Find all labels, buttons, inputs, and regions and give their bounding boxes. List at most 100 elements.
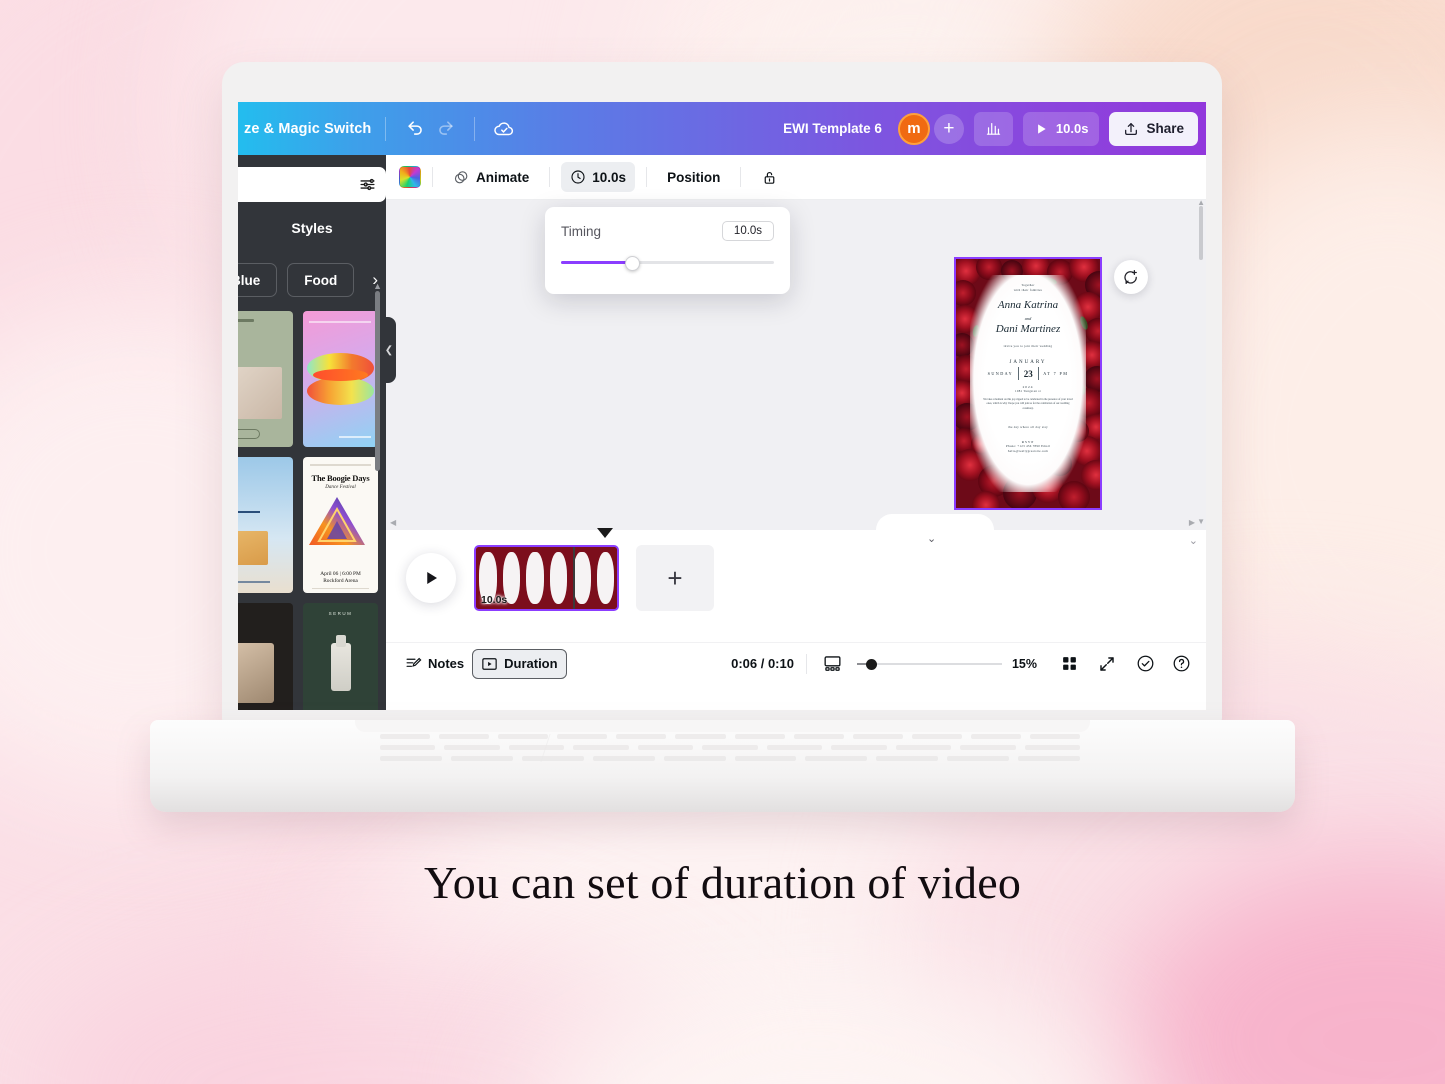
scroll-right-arrow-icon[interactable]: ▶ xyxy=(1189,518,1195,527)
top-bar-right-group: EWI Template 6 m + 10.0s Share xyxy=(783,111,1206,146)
editor-top-bar: ze & Magic Switch EWI Template 6 m + 10.… xyxy=(238,102,1206,155)
zoom-slider[interactable] xyxy=(856,658,1002,670)
animate-button[interactable]: Animate xyxy=(444,162,538,192)
analytics-button[interactable] xyxy=(973,111,1013,146)
notes-label: Notes xyxy=(428,656,465,671)
template-footer-1: April 06 | 6:00 PM xyxy=(320,571,361,577)
scroll-down-arrow-icon[interactable]: ▼ xyxy=(1197,517,1205,526)
duration-button[interactable]: 10.0s xyxy=(561,162,636,192)
divider xyxy=(385,116,387,141)
duration-toggle-label: Duration xyxy=(504,656,558,671)
grid-view-icon[interactable] xyxy=(1055,650,1083,678)
fit-screen-icon[interactable] xyxy=(819,650,847,678)
sidebar-collapse-button[interactable]: ❮ xyxy=(382,317,396,383)
card-name-1: Anna Katrina xyxy=(997,299,1059,312)
add-collaborator-button[interactable]: + xyxy=(933,113,964,144)
cloud-saved-icon[interactable] xyxy=(489,114,519,144)
share-button[interactable]: Share xyxy=(1109,111,1198,146)
avatar[interactable]: m xyxy=(897,112,930,145)
clip-duration-label: 10.0s xyxy=(481,594,508,606)
card-rsvp-email: hello@reallygreatsite.com xyxy=(1007,448,1049,453)
laptop-trackpad xyxy=(410,734,551,762)
page-title: You can set of duration of video xyxy=(423,857,1022,908)
rainbow-swatch-icon[interactable] xyxy=(399,166,421,188)
templates-sidebar: Styles Blue Food › lan xyxy=(238,155,386,710)
chevron-left-icon: ❮ xyxy=(384,344,394,356)
timing-value-input[interactable]: 10.0s xyxy=(722,221,774,241)
time-display: 0:06 / 0:10 xyxy=(731,656,794,671)
timing-popover: Timing 10.0s xyxy=(545,207,790,294)
timing-slider[interactable] xyxy=(561,256,774,271)
undo-icon[interactable] xyxy=(400,114,430,144)
share-label: Share xyxy=(1146,121,1184,136)
timeline-clip[interactable]: 10.0s xyxy=(474,545,619,611)
card-month: JANUARY xyxy=(1009,360,1047,366)
scroll-up-arrow-icon[interactable]: ▲ xyxy=(1197,200,1205,207)
invitation-card[interactable]: Together with their families Anna Katrin… xyxy=(954,257,1102,510)
play-preview-button[interactable]: 10.0s xyxy=(1022,111,1100,146)
invitation-text-block: Together with their families Anna Katrin… xyxy=(956,259,1100,508)
divider xyxy=(1037,367,1039,381)
current-page-caret-icon xyxy=(597,528,613,538)
list-item[interactable]: The Boogie Days Dance Festival April 06 … xyxy=(303,457,378,593)
card-name-2: Dani Martinez xyxy=(995,322,1061,335)
card-day-number: 23 xyxy=(1023,368,1033,379)
card-body-text: We take a moment on this joy-ripped to b… xyxy=(983,397,1073,410)
notes-button[interactable]: Notes xyxy=(397,650,472,678)
divider xyxy=(805,653,807,674)
list-item[interactable]: val xyxy=(238,457,293,593)
divider xyxy=(740,167,742,187)
divider xyxy=(474,116,476,141)
document-name[interactable]: EWI Template 6 xyxy=(783,121,882,136)
element-toolbar: Animate 10.0s Position xyxy=(386,155,1206,200)
canvas-vertical-scrollbar[interactable] xyxy=(1199,206,1203,260)
lock-button[interactable] xyxy=(752,162,787,192)
sliders-icon xyxy=(360,178,375,191)
canva-editor-screen: ze & Magic Switch EWI Template 6 m + 10.… xyxy=(238,102,1206,710)
panel-scrollbar[interactable] xyxy=(375,291,380,471)
list-item[interactable] xyxy=(303,311,378,447)
list-item[interactable]: lan xyxy=(238,311,293,447)
redo-icon[interactable] xyxy=(430,114,460,144)
notes-icon xyxy=(406,657,422,667)
divider xyxy=(1018,367,1019,381)
list-item[interactable]: SERUM NEW FORMULA xyxy=(303,603,378,710)
laptop-mockup: ze & Magic Switch EWI Template 6 m + 10.… xyxy=(150,62,1295,812)
timeline-panel: ⌄ ⌄ 10.0s + xyxy=(386,528,1206,642)
help-icon[interactable] xyxy=(1167,650,1195,678)
panel-scroll-up-icon[interactable]: ▲ xyxy=(373,281,382,291)
template-subtitle: Dance Festival xyxy=(325,485,356,490)
list-item[interactable] xyxy=(238,603,293,710)
duration-icon xyxy=(482,657,497,670)
duration-value-label: 10.0s xyxy=(592,169,627,185)
zoom-percent-label[interactable]: 15% xyxy=(1012,657,1037,671)
template-title: The Boogie Days xyxy=(311,473,370,483)
timeline-collapse-icon[interactable]: ⌄ xyxy=(927,532,936,545)
top-bar-left-title: ze & Magic Switch xyxy=(244,120,372,137)
position-button[interactable]: Position xyxy=(658,162,729,192)
timeline-playhead[interactable] xyxy=(573,547,575,609)
check-circle-icon[interactable] xyxy=(1131,650,1159,678)
card-venue: 1081 Tungsten st xyxy=(1015,389,1041,394)
fullscreen-icon[interactable] xyxy=(1093,650,1121,678)
card-time: AT 7 PM xyxy=(1043,371,1069,377)
add-comment-icon[interactable] xyxy=(1114,260,1148,294)
duration-toggle-button[interactable]: Duration xyxy=(472,648,567,679)
play-duration-label: 10.0s xyxy=(1055,121,1089,136)
timing-slider-knob[interactable] xyxy=(624,256,640,271)
search-input[interactable] xyxy=(238,167,386,202)
scroll-left-arrow-icon[interactable]: ◀ xyxy=(390,518,396,527)
template-grid: lan val xyxy=(238,311,378,710)
chip-food[interactable]: Food xyxy=(287,263,355,297)
styles-heading: Styles xyxy=(291,220,333,236)
timeline-play-button[interactable] xyxy=(406,553,456,603)
design-canvas-area[interactable]: ▲ ▼ ◀ ▶ Together with their families Ann… xyxy=(386,200,1206,530)
divider xyxy=(646,167,648,187)
timing-header-row: Timing 10.0s xyxy=(561,221,774,241)
timeline-right-chevron-icon[interactable]: ⌄ xyxy=(1189,534,1198,547)
template-footer-2: Rockford Arena xyxy=(323,578,358,584)
chip-blue[interactable]: Blue xyxy=(238,263,278,297)
zoom-slider-knob[interactable] xyxy=(865,658,877,670)
card-day-name: SUNDAY xyxy=(987,371,1014,377)
add-page-button[interactable]: + xyxy=(636,545,714,611)
